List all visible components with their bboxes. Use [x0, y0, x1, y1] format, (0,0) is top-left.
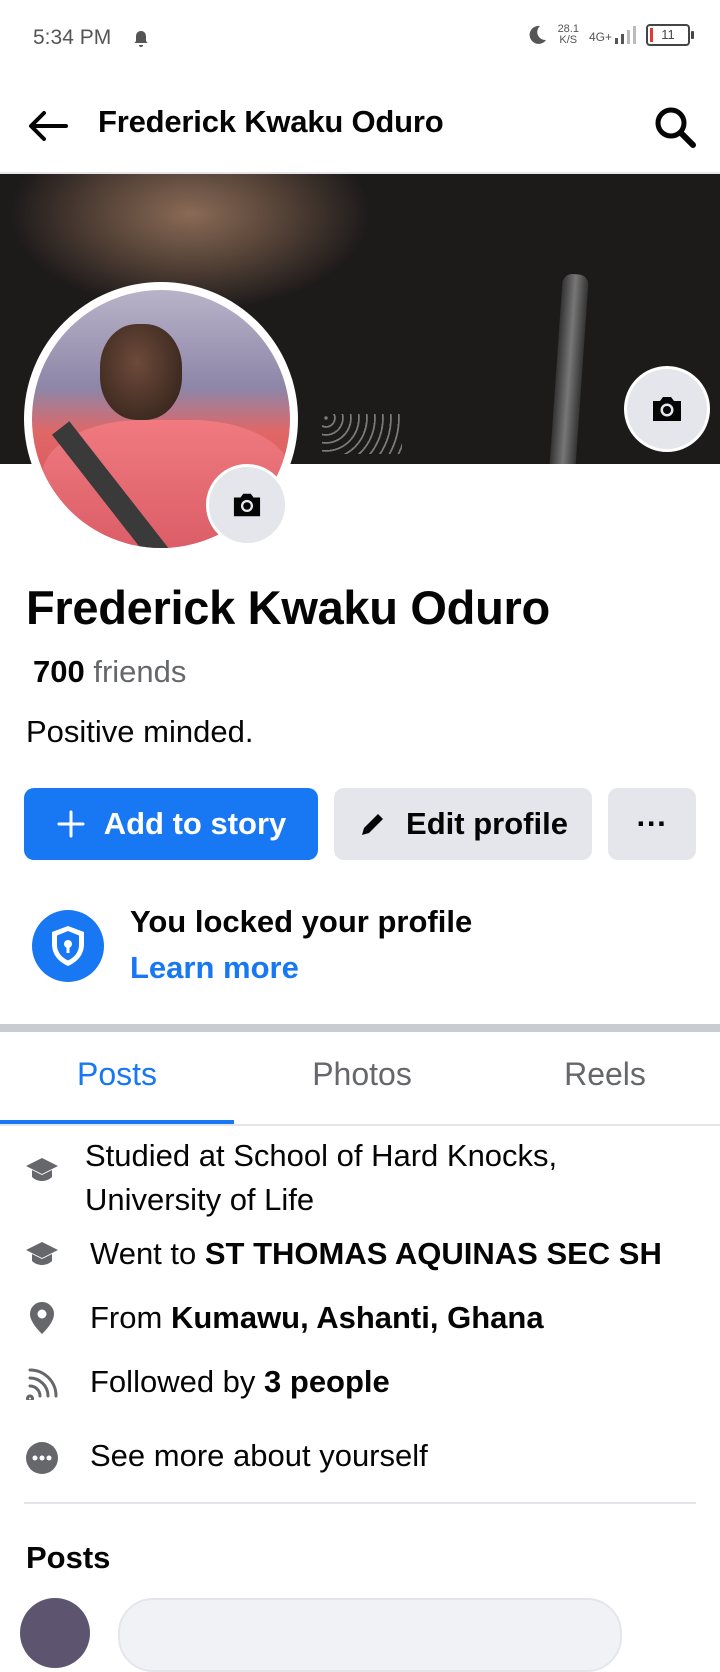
plus-icon [57, 810, 85, 838]
posts-heading: Posts [26, 1540, 111, 1575]
rss-icon [24, 1366, 60, 1402]
friends-count[interactable]: 700 friends [33, 654, 186, 690]
add-to-story-button[interactable]: Add to story [24, 788, 318, 860]
studied-line-1: Studied at School of Hard Knocks, [85, 1138, 558, 1173]
intro-from: From Kumawu, Ashanti, Ghana [90, 1296, 544, 1340]
section-divider [0, 1024, 720, 1032]
went-place[interactable]: ST THOMAS AQUINAS SEC SH [205, 1236, 662, 1271]
followed-count[interactable]: 3 people [264, 1364, 390, 1399]
profile-bio: Positive minded. [26, 714, 254, 749]
header-title: Frederick Kwaku Oduro [98, 104, 444, 139]
search-icon[interactable] [652, 104, 698, 150]
see-more-about-button[interactable]: See more about yourself [90, 1434, 428, 1478]
cover-camera-button[interactable] [624, 366, 710, 452]
moon-icon [529, 25, 546, 44]
speed-unit: K/S [559, 34, 578, 46]
followed-prefix: Followed by [90, 1364, 265, 1399]
status-indicators: 28.1 K/S 4G+ 11 [526, 24, 694, 46]
pencil-icon [362, 814, 384, 835]
signal-icon: 4G+ [589, 26, 636, 44]
more-dots-icon [24, 1440, 60, 1476]
intro-divider [24, 1502, 696, 1504]
network-speed: 28.1 K/S [558, 24, 579, 46]
graduation-cap-icon [24, 1236, 60, 1272]
intro-followed-by: Followed by 3 people [90, 1360, 390, 1404]
battery-icon: 11 [646, 24, 694, 46]
camera-icon [233, 493, 261, 517]
from-place[interactable]: Kumawu, Ashanti, Ghana [171, 1300, 544, 1335]
graduation-cap-icon [24, 1152, 60, 1188]
lock-notice-title: You locked your profile [130, 904, 473, 939]
intro-went-to: Went to ST THOMAS AQUINAS SEC SH [90, 1232, 662, 1276]
edit-profile-button[interactable]: Edit profile [334, 788, 592, 860]
profile-name: Frederick Kwaku Oduro [26, 581, 550, 634]
avatar-camera-button[interactable] [206, 464, 288, 546]
tab-photos[interactable]: Photos [244, 1056, 480, 1093]
shield-lock-icon [32, 910, 104, 982]
tab-bar-border [0, 1124, 720, 1126]
bell-icon [134, 31, 148, 47]
edit-profile-label: Edit profile [406, 806, 568, 841]
learn-more-link[interactable]: Learn more [130, 950, 299, 986]
intro-studied: Studied at School of Hard Knocks, Univer… [85, 1134, 557, 1222]
more-options-button[interactable]: ··· [608, 788, 696, 860]
tab-reels[interactable]: Reels [490, 1056, 720, 1093]
status-time: 5:34 PM [33, 26, 112, 49]
location-pin-icon [24, 1300, 60, 1336]
back-arrow-icon[interactable] [26, 108, 68, 144]
composer-avatar [20, 1598, 90, 1668]
battery-level: 11 [661, 27, 675, 42]
studied-line-2: University of Life [85, 1182, 315, 1217]
more-dots-icon: ··· [636, 806, 668, 841]
network-type: 4G+ [588, 30, 612, 44]
add-to-story-label: Add to story [103, 806, 287, 841]
tab-posts[interactable]: Posts [0, 1056, 234, 1093]
went-prefix: Went to [90, 1236, 205, 1271]
post-composer-input[interactable] [118, 1598, 622, 1672]
friends-label: friends [93, 654, 187, 689]
friends-number: 700 [33, 654, 85, 689]
from-prefix: From [90, 1300, 171, 1335]
camera-icon [653, 397, 681, 421]
